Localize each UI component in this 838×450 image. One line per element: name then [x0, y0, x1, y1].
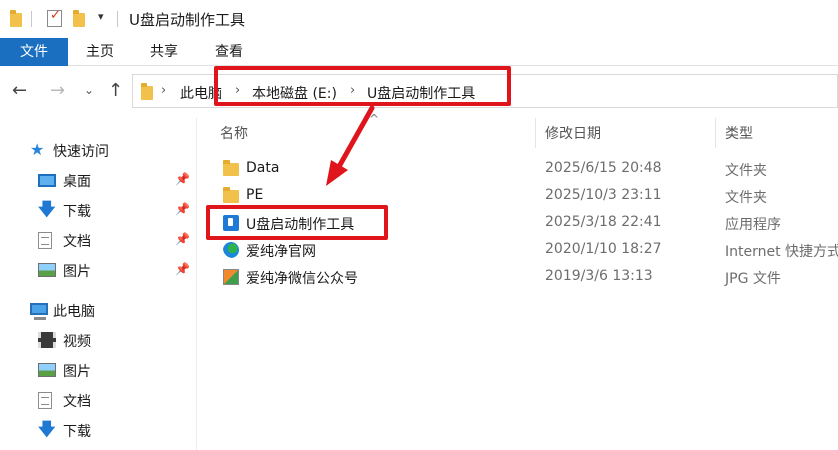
video-icon: [38, 332, 56, 348]
sidebar-item-label: 下载: [63, 424, 91, 440]
file-row-data[interactable]: Data 2025/6/15 20:48 文件夹: [198, 156, 838, 182]
divider: [117, 11, 118, 27]
sidebar-item-quick-access[interactable]: ★ 快速访问: [0, 137, 196, 163]
file-type: 文件夹: [725, 190, 767, 206]
sidebar-item-pictures[interactable]: 图片 📌: [0, 257, 196, 283]
recent-locations-button[interactable]: ⌄: [84, 83, 94, 97]
file-type: 文件夹: [725, 163, 767, 179]
column-divider[interactable]: [535, 118, 536, 148]
tab-home[interactable]: 主页: [86, 38, 114, 66]
highlight-box-address: [214, 66, 511, 106]
file-date: 2025/3/18 22:41: [545, 214, 662, 230]
folder-icon: [223, 160, 239, 176]
window-title: U盘启动制作工具: [129, 11, 245, 29]
file-name: PE: [246, 187, 264, 203]
properties-icon[interactable]: ✓: [47, 8, 62, 27]
sidebar-item-label: 桌面: [63, 174, 91, 190]
sidebar-item-label: 图片: [63, 264, 91, 280]
tab-view[interactable]: 查看: [215, 38, 243, 66]
sidebar-item-label: 此电脑: [53, 304, 95, 320]
tab-share[interactable]: 共享: [150, 38, 178, 66]
sidebar-item-this-pc[interactable]: 此电脑: [0, 297, 196, 323]
sidebar-item-downloads[interactable]: 🡇 下载 📌: [0, 197, 196, 223]
download-icon: 🡇: [38, 200, 56, 220]
folder-icon: [223, 187, 239, 203]
quick-access-toolbar-dropdown[interactable]: ▾: [98, 10, 104, 23]
file-type: Internet 快捷方式: [725, 244, 838, 260]
sidebar-item-desktop[interactable]: 桌面 📌: [0, 167, 196, 193]
column-header-type[interactable]: 类型: [725, 123, 753, 143]
file-name: 爱纯净微信公众号: [246, 271, 358, 287]
forward-button[interactable]: →: [50, 80, 65, 101]
pin-icon[interactable]: 📌: [175, 202, 190, 216]
sidebar-item-label: 下载: [63, 204, 91, 220]
pictures-icon: [38, 363, 56, 377]
divider: [31, 11, 32, 27]
sidebar-item-label: 图片: [63, 364, 91, 380]
up-button[interactable]: ↑: [108, 80, 123, 101]
file-list: ^ 名称 修改日期 类型 Data 2025/6/15 20:48 文件夹 PE…: [198, 112, 838, 450]
column-header-date-modified[interactable]: 修改日期: [545, 123, 601, 143]
file-type: 应用程序: [725, 217, 781, 233]
jpg-image-icon: [223, 269, 239, 285]
sidebar-item-pc-pictures[interactable]: 图片: [0, 357, 196, 383]
sidebar-item-label: 快速访问: [53, 144, 109, 160]
sidebar-item-pc-downloads[interactable]: 🡇 下载: [0, 417, 196, 443]
sidebar-item-label: 视频: [63, 334, 91, 350]
document-icon: [38, 392, 52, 409]
navigation-pane: ★ 快速访问 桌面 📌 🡇 下载 📌 文档 📌 图片 📌 此电脑 视频 图片 文…: [0, 118, 197, 450]
folder-icon: [10, 10, 22, 27]
sidebar-item-label: 文档: [63, 394, 91, 410]
document-icon: [38, 232, 52, 249]
file-date: 2019/3/6 13:13: [545, 268, 653, 284]
sidebar-item-pc-documents[interactable]: 文档: [0, 387, 196, 413]
file-date: 2025/6/15 20:48: [545, 160, 662, 176]
pictures-icon: [38, 263, 56, 277]
star-icon: ★: [30, 140, 45, 159]
ribbon-tabs: 文件 主页 共享 查看: [0, 38, 838, 66]
column-divider[interactable]: [715, 118, 716, 148]
column-header-name[interactable]: 名称: [220, 123, 248, 143]
file-row-website-shortcut[interactable]: 爱纯净官网 2020/1/10 18:27 Internet 快捷方式: [198, 237, 838, 263]
desktop-icon: [38, 174, 56, 187]
file-type: JPG 文件: [725, 271, 781, 287]
tab-file[interactable]: 文件: [0, 38, 68, 66]
sidebar-item-label: 文档: [63, 234, 91, 250]
back-button[interactable]: ←: [12, 80, 27, 101]
internet-shortcut-icon: [223, 242, 239, 258]
new-folder-icon[interactable]: [73, 10, 85, 27]
computer-icon: [30, 303, 48, 320]
file-row-wechat-image[interactable]: 爱纯净微信公众号 2019/3/6 13:13 JPG 文件: [198, 264, 838, 290]
file-name: Data: [246, 160, 280, 176]
folder-icon: [141, 83, 153, 100]
pin-icon[interactable]: 📌: [175, 232, 190, 246]
file-date: 2020/1/10 18:27: [545, 241, 662, 257]
breadcrumb-separator[interactable]: ›: [161, 83, 166, 98]
annotation-arrow: [326, 105, 375, 186]
highlight-box-tool: [206, 205, 388, 240]
pin-icon[interactable]: 📌: [175, 172, 190, 186]
title-bar: ✓ ▾ U盘启动制作工具: [0, 0, 838, 38]
file-date: 2025/10/3 23:11: [545, 187, 662, 203]
sidebar-item-documents[interactable]: 文档 📌: [0, 227, 196, 253]
download-icon: 🡇: [38, 420, 56, 440]
pin-icon[interactable]: 📌: [175, 262, 190, 276]
file-name: 爱纯净官网: [246, 244, 316, 260]
sidebar-item-videos[interactable]: 视频: [0, 327, 196, 353]
